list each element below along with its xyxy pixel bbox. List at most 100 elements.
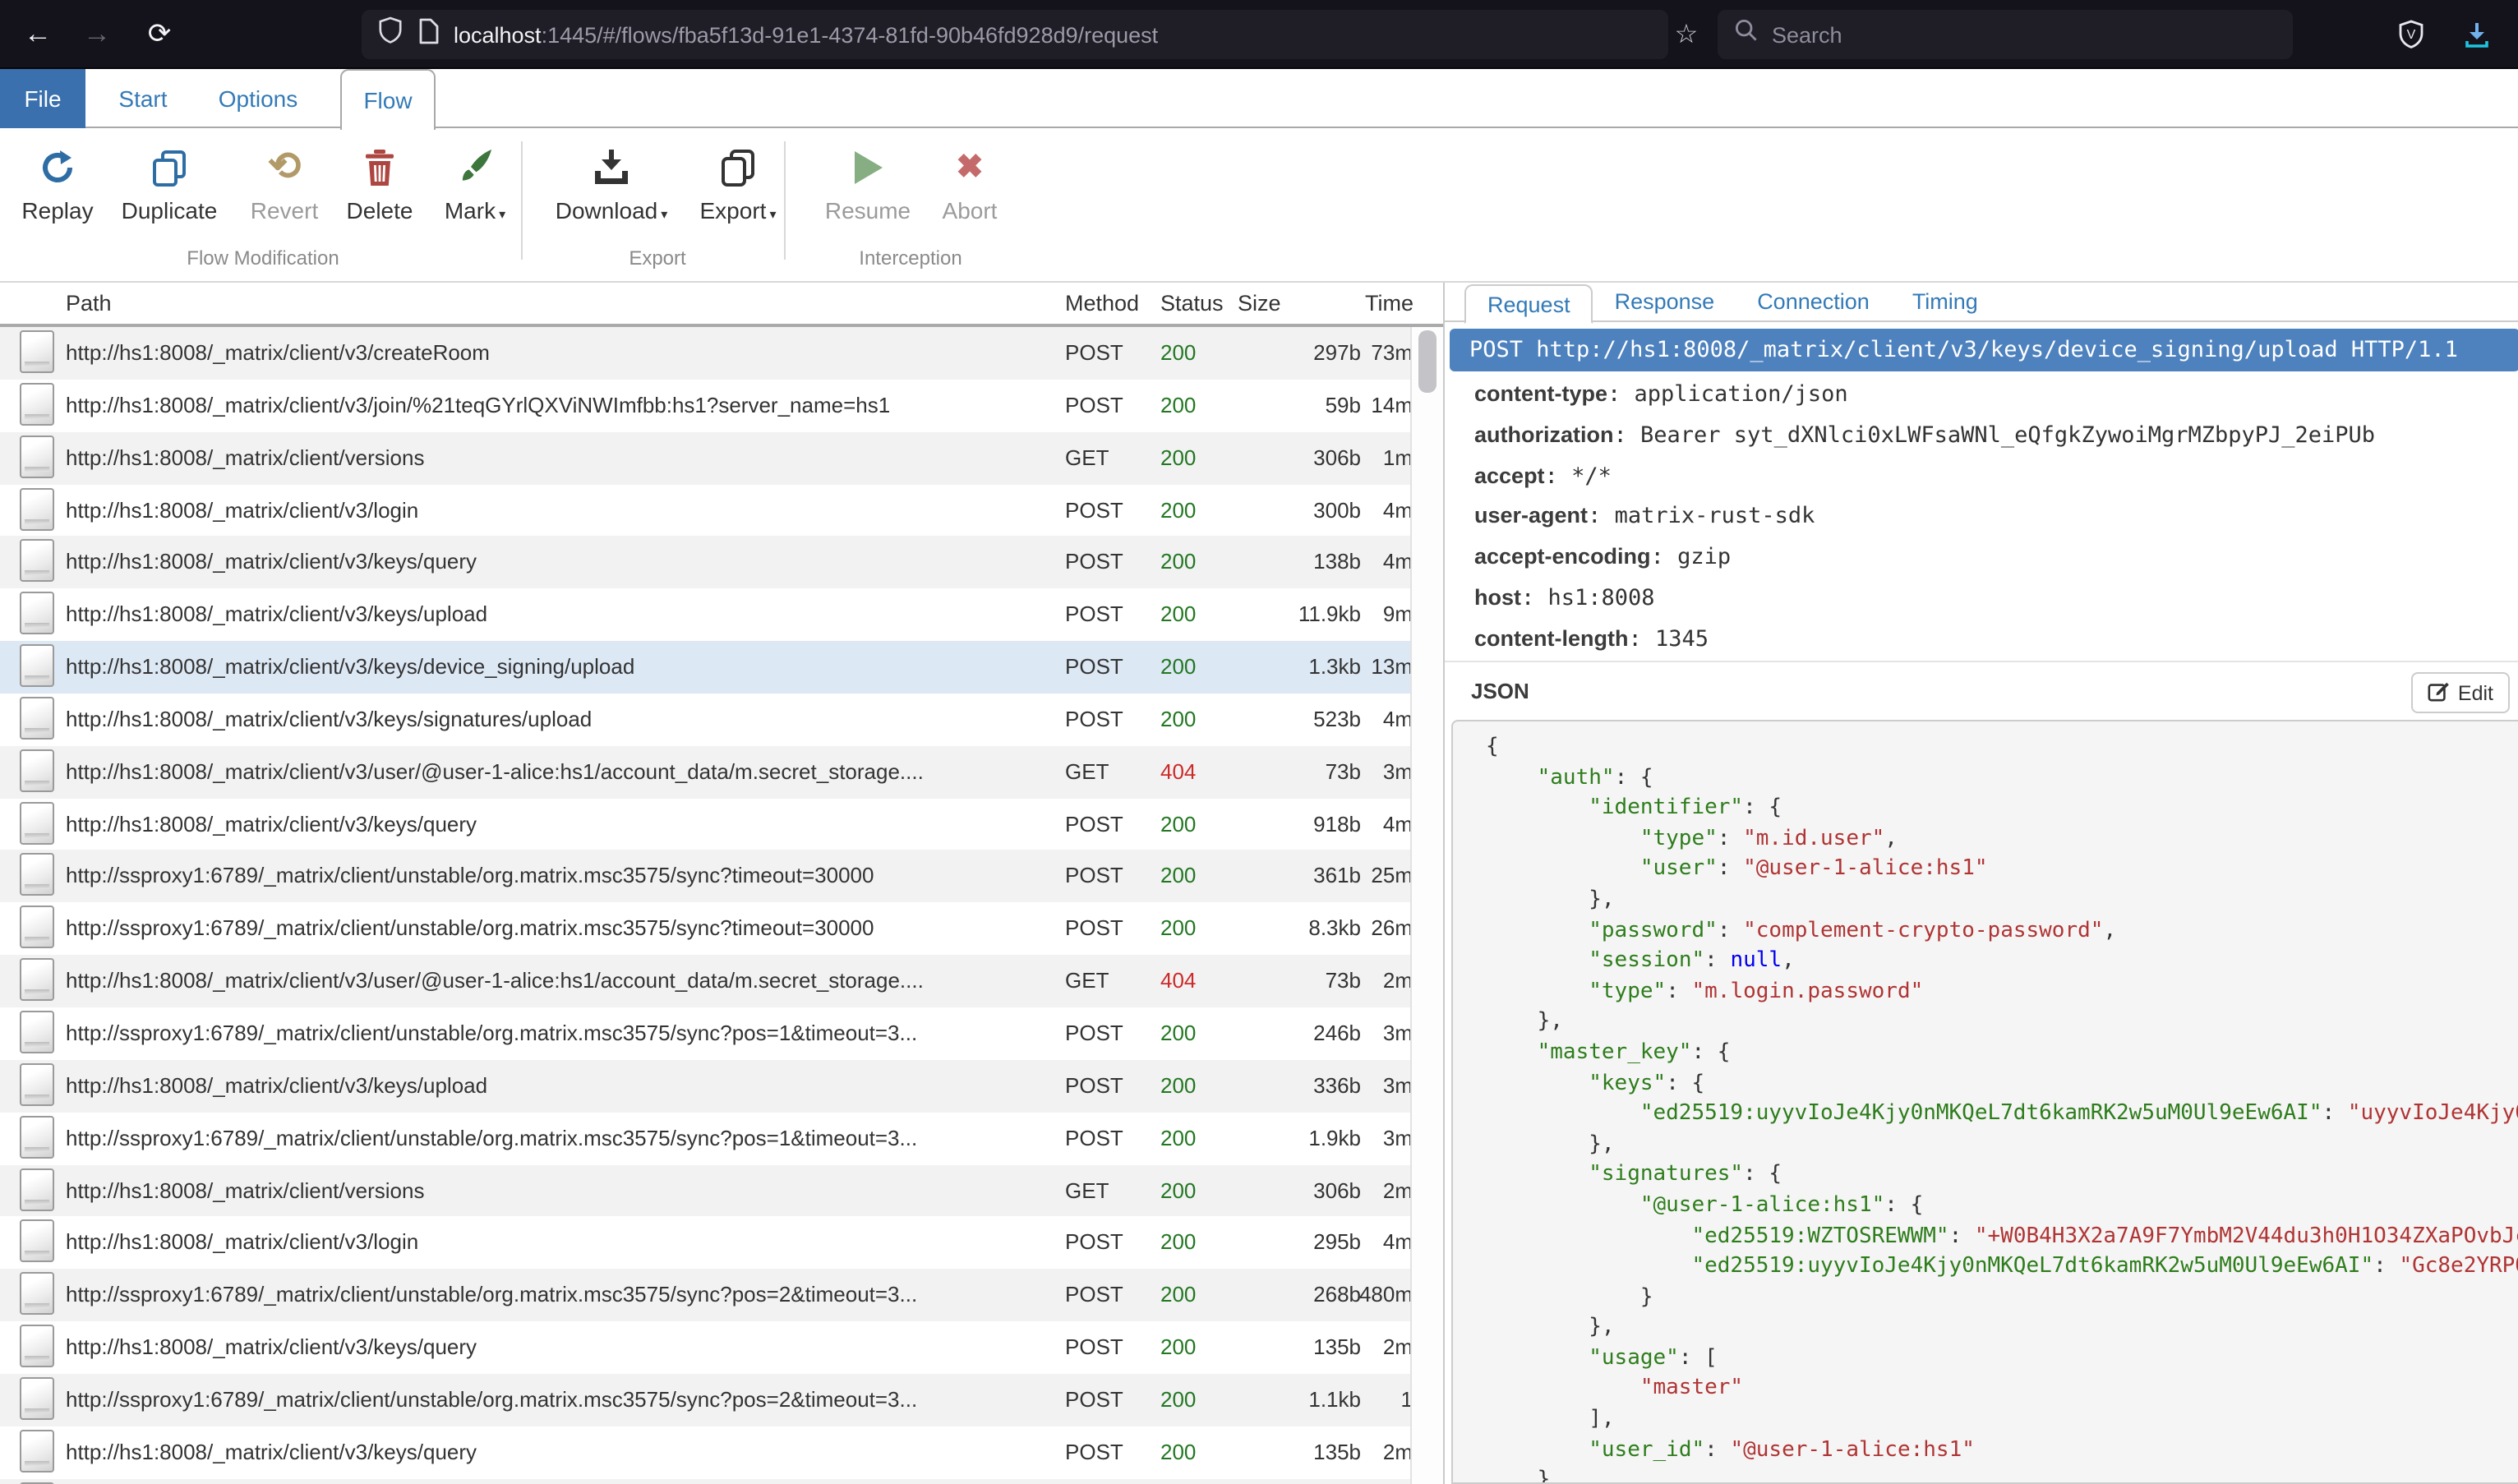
table-row[interactable]: http://hs1:8008/_matrix/client/v3/user/@…	[0, 955, 1410, 1007]
cell-path: http://hs1:8008/_matrix/client/v3/keys/q…	[66, 1426, 1052, 1478]
column-header-path[interactable]: Path	[66, 291, 112, 316]
header-line[interactable]: content-type: application/json	[1474, 375, 2510, 416]
page-info-icon[interactable]	[417, 17, 439, 52]
table-row[interactable]: http://hs1:8008/_matrix/client/v3/keys/q…	[0, 1426, 1410, 1478]
detail-tab-timing[interactable]: Timing	[1891, 283, 1999, 321]
downloads-icon[interactable]	[2452, 0, 2502, 69]
json-line: "ed25519:WZTOSREWWM": "+W0B4H3X2a7A9F7Ym…	[1486, 1222, 2518, 1252]
abort-button[interactable]: ✖ Abort	[906, 145, 1034, 224]
reload-button[interactable]: ⟳	[135, 0, 184, 69]
url-text: localhost:1445/#/flows/fba5f13d-91e1-437…	[454, 22, 1158, 47]
flow-document-icon	[20, 383, 54, 426]
search-placeholder: Search	[1772, 22, 1842, 47]
table-row[interactable]: http://hs1:8008/_matrix/client/versions …	[0, 431, 1410, 484]
detail-tab-connection[interactable]: Connection	[1736, 283, 1891, 321]
tab-file[interactable]: File	[0, 69, 85, 128]
revert-icon: ⟲	[268, 145, 301, 187]
cell-path: http://hs1:8008/_matrix/client/v3/keys/d…	[66, 641, 1052, 694]
back-button[interactable]: ←	[13, 0, 62, 69]
mark-button[interactable]: Mark▾	[411, 145, 539, 224]
table-row[interactable]: http://ssproxy1:6789/_matrix/client/unst…	[0, 850, 1410, 903]
cell-path: http://hs1:8008/_matrix/client/v3/keys/s…	[66, 694, 1052, 746]
bookmark-star-icon[interactable]: ☆	[1663, 0, 1709, 69]
column-header-method[interactable]: Method	[1065, 291, 1139, 316]
table-row[interactable]: http://ssproxy1:6789/_matrix/client/unst…	[0, 1269, 1410, 1321]
flow-document-icon	[20, 1220, 54, 1263]
detail-tab-response[interactable]: Response	[1593, 283, 1736, 321]
forward-button[interactable]: →	[72, 0, 122, 69]
column-header-status[interactable]: Status	[1160, 291, 1224, 316]
delete-label: Delete	[347, 197, 413, 224]
cell-method: GET	[1065, 431, 1151, 484]
json-line: },	[1486, 1008, 2518, 1039]
flow-document-icon	[20, 487, 54, 530]
cell-time: 3ms	[1315, 1007, 1423, 1060]
flow-document-icon	[20, 1115, 54, 1158]
export-button[interactable]: Export▾	[674, 145, 802, 224]
url-bar[interactable]: localhost:1445/#/flows/fba5f13d-91e1-437…	[362, 10, 1668, 59]
table-row[interactable]: http://ssproxy1:6789/_matrix/client/unst…	[0, 1112, 1410, 1164]
table-row[interactable]: http://hs1:8008/_matrix/client/v3/keys/u…	[0, 1060, 1410, 1113]
tracking-shield-icon[interactable]	[378, 16, 403, 53]
table-row[interactable]: http://hs1:8008/_matrix/client/v3/user/@…	[0, 746, 1410, 799]
json-line: "keys": {	[1486, 1069, 2518, 1099]
table-row[interactable]: http://hs1:8008/_matrix/client/versions …	[0, 1164, 1410, 1217]
cell-method: POST	[1065, 1112, 1151, 1164]
table-row[interactable]: http://ssproxy1:6789/_matrix/client/unst…	[0, 1374, 1410, 1426]
tab-start[interactable]: Start	[105, 69, 181, 128]
table-row[interactable]: http://ssproxy1:6789/_matrix/client/unst…	[0, 1007, 1410, 1060]
header-line[interactable]: host: hs1:8008	[1474, 578, 2510, 620]
replay-button[interactable]: Replay	[0, 145, 122, 224]
flow-table-header[interactable]: Path Method Status Size Time	[0, 283, 1443, 327]
table-row[interactable]: http://hs1:8008/_matrix/client/v3/create…	[0, 327, 1410, 380]
request-first-line[interactable]: POST http://hs1:8008/_matrix/client/v3/k…	[1450, 329, 2518, 371]
table-scrollbar[interactable]	[1410, 327, 1443, 1484]
table-row[interactable]: http://hs1:8008/_matrix/client/v3/keys/u…	[0, 588, 1410, 641]
duplicate-button[interactable]: Duplicate	[105, 145, 233, 224]
table-row[interactable]: http://hs1:8008/_matrix/client/v3/login …	[0, 1217, 1410, 1270]
tab-flow[interactable]: Flow	[340, 69, 436, 130]
header-line[interactable]: accept: */*	[1474, 456, 2510, 497]
edit-button[interactable]: Edit	[2412, 672, 2510, 713]
search-bar[interactable]: Search	[1718, 10, 2293, 59]
column-header-size[interactable]: Size	[1238, 291, 1281, 316]
json-line: }	[1486, 1283, 2518, 1313]
flow-document-icon	[20, 801, 54, 844]
header-line[interactable]: content-length: 1345	[1474, 619, 2510, 660]
detail-tab-request[interactable]: Request	[1464, 283, 1593, 323]
scrollbar-thumb[interactable]	[1418, 330, 1437, 393]
header-line[interactable]: authorization: Bearer syt_dXNlci0xLWFsaW…	[1474, 416, 2510, 457]
header-line[interactable]: accept-encoding: gzip	[1474, 537, 2510, 578]
table-row[interactable]: http://hs1:8008/_matrix/client/v3/keys/d…	[0, 641, 1410, 694]
request-headers: content-type: application/jsonauthorizat…	[1474, 375, 2510, 660]
table-row[interactable]: http://hs1:8008/_matrix/client/v3/login …	[0, 484, 1410, 537]
table-row[interactable]: http://hs1:8008/_matrix/client/v3/keys/q…	[0, 1321, 1410, 1374]
table-row[interactable]: http://hs1:8008/_matrix/client/v3/keys/s…	[0, 694, 1410, 746]
json-line: ],	[1486, 1405, 2518, 1436]
table-row[interactable]: http://hs1:8008/_matrix/client/v3/keys/q…	[0, 798, 1410, 850]
cell-time: 73ms	[1315, 327, 1423, 380]
flow-rows: http://hs1:8008/_matrix/client/v3/create…	[0, 327, 1410, 1484]
cell-time: 1ms	[1315, 431, 1423, 484]
cell-method: POST	[1065, 1321, 1151, 1374]
cell-time: 3ms	[1315, 746, 1423, 799]
table-row[interactable]: http://hs1:8008/_matrix/client/v3/join/%…	[0, 380, 1410, 432]
flow-document-icon	[20, 330, 54, 373]
flow-document-icon	[20, 1168, 54, 1210]
header-line[interactable]: user-agent: matrix-rust-sdk	[1474, 497, 2510, 538]
cell-path: http://hs1:8008/_matrix/client/v3/keys/u…	[66, 1060, 1052, 1113]
cell-path: http://ssproxy1:6789/_matrix/client/unst…	[66, 850, 1052, 903]
cell-path: http://hs1:8008/_matrix/client/versions	[66, 431, 1052, 484]
tab-options[interactable]: Options	[210, 69, 306, 128]
download-button[interactable]: Download▾	[547, 145, 676, 224]
table-row[interactable]: http://hs1:8008/_matrix/client/v3/keys/q…	[0, 537, 1410, 589]
table-row[interactable]	[0, 1478, 1410, 1484]
resume-label: Resume	[825, 197, 911, 224]
table-row[interactable]: http://ssproxy1:6789/_matrix/client/unst…	[0, 903, 1410, 956]
pocket-shield-icon[interactable]: V	[2387, 0, 2436, 69]
main-area: Path Method Status Size Time http://hs1:…	[0, 283, 2518, 1484]
cell-method: GET	[1065, 746, 1151, 799]
search-icon	[1734, 18, 1759, 51]
json-body[interactable]: { "auth": { "identifier": { "type": "m.i…	[1451, 720, 2518, 1484]
column-header-time[interactable]: Time	[1315, 291, 1413, 316]
